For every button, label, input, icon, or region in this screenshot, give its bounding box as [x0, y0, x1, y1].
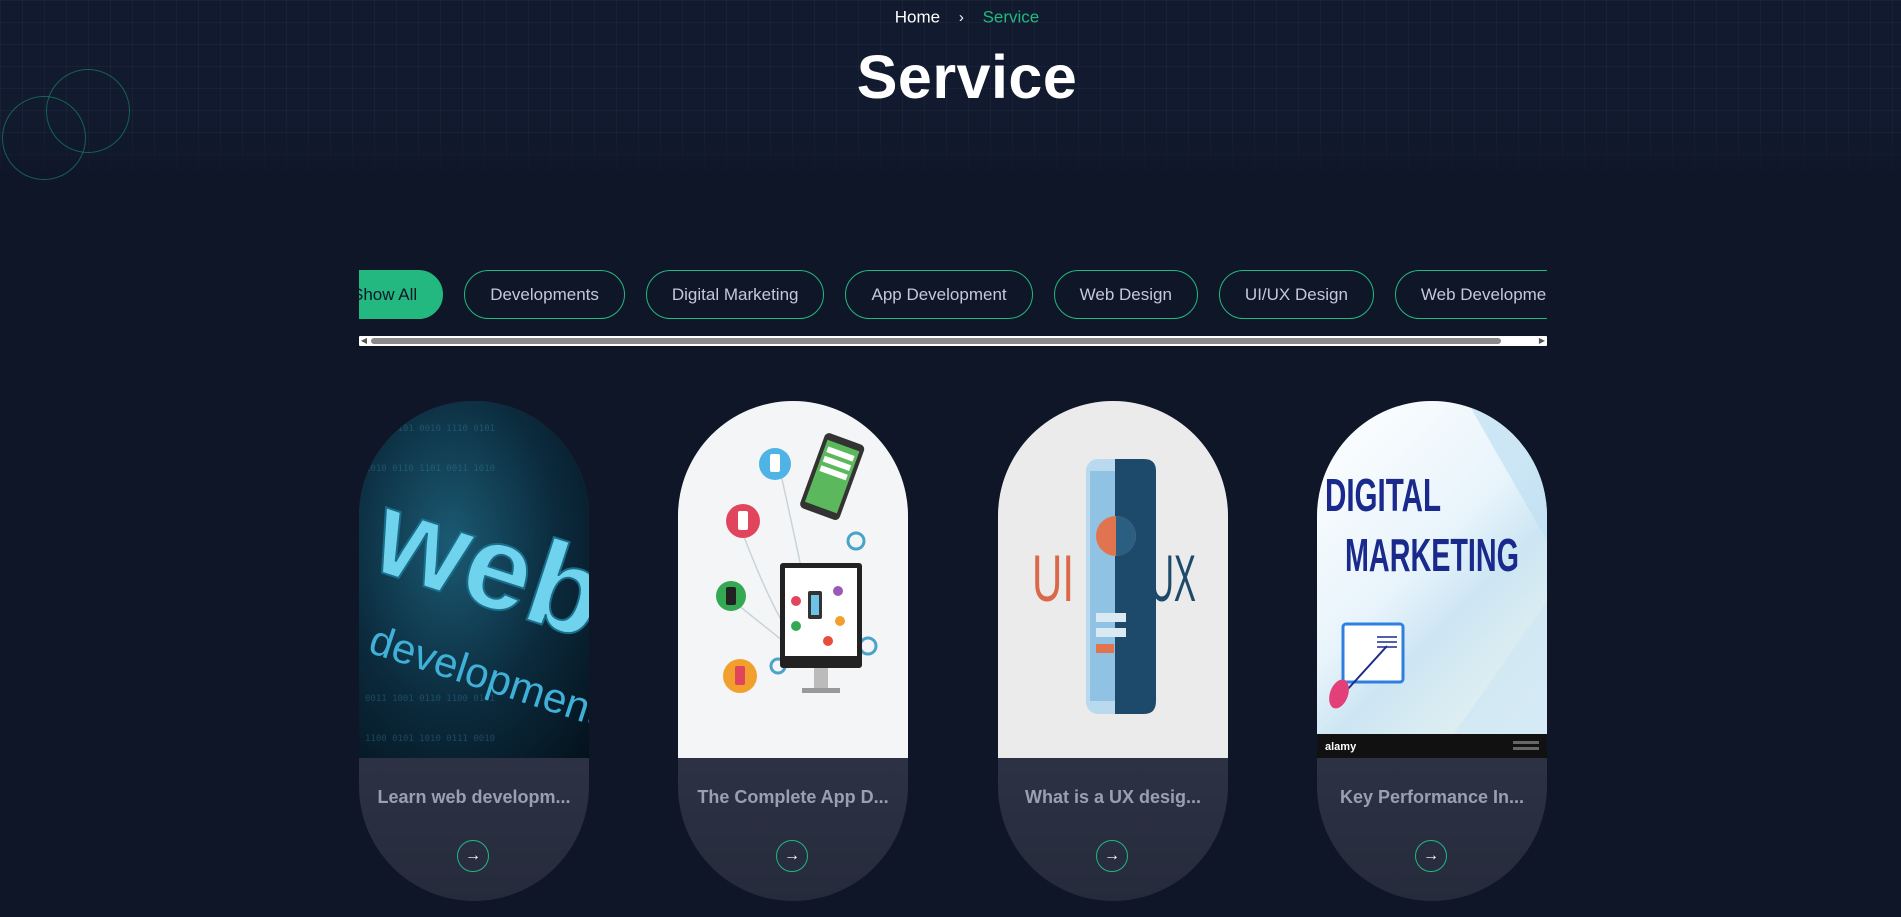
breadcrumb-home-link[interactable]: Home — [895, 8, 940, 27]
horizontal-scrollbar[interactable]: ◀ ▶ — [359, 336, 1547, 346]
svg-text:1010 0110 1101 0011 1010: 1010 0110 1101 0011 1010 — [365, 464, 495, 474]
arrow-right-icon[interactable]: → — [776, 840, 808, 872]
service-card[interactable]: The Complete App D... → — [678, 401, 908, 901]
arrow-right-icon[interactable]: → — [1096, 840, 1128, 872]
arrow-right-icon[interactable]: → — [457, 840, 489, 872]
app-development-illustration — [716, 433, 878, 693]
service-card[interactable]: DIGITAL MARKETING alamy Key Performance … — [1317, 401, 1547, 901]
svg-text:0101 1101 0010 1110 0101: 0101 1101 0010 1110 0101 — [365, 424, 495, 434]
filter-digital-marketing[interactable]: Digital Marketing — [645, 270, 825, 319]
ui-ux-illustration: UI UX — [1032, 459, 1196, 714]
filter-developments[interactable]: Developments — [464, 270, 625, 319]
page-title: Service — [856, 43, 1078, 111]
filter-web-development[interactable]: Web Development — [1394, 270, 1547, 319]
marketing-text: MARKETING — [1345, 529, 1519, 581]
digital-marketing-image: DIGITAL MARKETING alamy — [1317, 401, 1547, 758]
scrollbar-thumb[interactable] — [371, 338, 1501, 344]
web-development-illustration: 0101 1101 0010 1110 0101 1010 0110 1101 … — [359, 424, 589, 744]
chevron-right-icon: › — [958, 8, 964, 26]
breadcrumb: Home › Service — [0, 6, 1901, 29]
ux-text: UX — [1150, 541, 1196, 615]
card-title[interactable]: Learn web developm... — [371, 787, 577, 808]
ui-ux-image: UI UX — [998, 401, 1228, 758]
ui-text: UI — [1032, 541, 1074, 615]
filter-track: Show All Developments Digital Marketing … — [359, 270, 1547, 319]
filter-web-design[interactable]: Web Design — [1053, 270, 1198, 319]
filter-app-development[interactable]: App Development — [845, 270, 1033, 319]
scroll-left-arrow-icon[interactable]: ◀ — [359, 336, 369, 346]
web-development-image: 0101 1101 0010 1110 0101 1010 0110 1101 … — [359, 401, 589, 758]
service-card[interactable]: 0101 1101 0010 1110 0101 1010 0110 1101 … — [359, 401, 589, 901]
svg-text:1100 0101 1010 0111 0010: 1100 0101 1010 0111 0010 — [365, 734, 495, 744]
filter-ui-ux-design[interactable]: UI/UX Design — [1218, 270, 1374, 319]
card-title[interactable]: Key Performance In... — [1329, 787, 1535, 808]
filter-show-all[interactable]: Show All — [359, 270, 444, 319]
filter-tabs: Show All Developments Digital Marketing … — [359, 266, 1547, 322]
app-development-image — [678, 401, 908, 758]
digital-text: DIGITAL — [1325, 469, 1441, 521]
alamy-watermark: alamy — [1325, 741, 1357, 753]
hero-fade — [0, 120, 1901, 180]
card-title[interactable]: What is a UX desig... — [1010, 787, 1216, 808]
service-card[interactable]: UI UX What is a UX desig... → — [998, 401, 1228, 901]
scroll-right-arrow-icon[interactable]: ▶ — [1537, 336, 1547, 346]
digital-marketing-illustration: DIGITAL MARKETING alamy — [1317, 401, 1547, 758]
arrow-right-icon[interactable]: → — [1415, 840, 1447, 872]
card-title[interactable]: The Complete App D... — [690, 787, 896, 808]
breadcrumb-current: Service — [982, 7, 1040, 27]
